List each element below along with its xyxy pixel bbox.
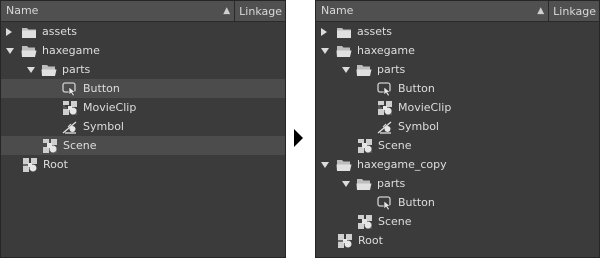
movieclip-icon [63,101,77,115]
folder-open-icon [356,65,372,76]
tree-item-haxegame-copy[interactable]: haxegame_copy [316,155,599,174]
root-icon [23,158,37,172]
folder-open-icon [336,46,352,57]
collapse-toggle[interactable] [342,181,350,187]
column-divider [234,1,236,21]
scene-icon [358,215,372,229]
scene-icon [358,139,372,153]
collapse-toggle[interactable] [27,67,35,73]
tree-item-scene[interactable]: Scene [316,136,599,155]
linkage-column-header[interactable]: Linkage [239,5,282,18]
button-symbol-icon [377,82,391,97]
button-symbol-icon [377,196,391,211]
column-header: Name ▲ Linkage [1,1,285,22]
collapse-toggle[interactable] [321,48,329,54]
tree-item-parts[interactable]: parts [1,60,285,79]
tree-item-assets[interactable]: assets [1,22,285,41]
expand-toggle[interactable] [321,28,327,36]
library-panel-before: Name ▲ Linkage assets haxegame parts But… [0,0,286,258]
collapse-toggle[interactable] [321,162,329,168]
graphic-symbol-icon [377,121,392,134]
tree-item-movieclip[interactable]: MovieClip [1,98,285,117]
tree-item-scene[interactable]: Scene [1,136,285,155]
transition-arrow-icon [294,129,303,147]
tree-item-parts[interactable]: parts [316,60,599,79]
folder-open-icon [41,65,57,76]
graphic-symbol-icon [62,121,77,134]
name-column-header[interactable]: Name [321,4,353,17]
folder-icon [337,28,351,38]
scene-icon [43,139,57,153]
sort-ascending-icon[interactable]: ▲ [223,6,230,16]
tree-item-haxegame[interactable]: haxegame [316,41,599,60]
sort-ascending-icon[interactable]: ▲ [537,6,544,16]
tree-item-root[interactable]: Root [316,231,599,250]
tree-item-assets[interactable]: assets [316,22,599,41]
button-symbol-icon [62,82,76,97]
tree-item-symbol[interactable]: Symbol [316,117,599,136]
folder-open-icon [356,179,372,190]
collapse-toggle[interactable] [6,48,14,54]
column-header: Name ▲ Linkage [316,1,599,22]
tree-item-root[interactable]: Root [1,155,285,174]
tree-item-button[interactable]: Button [1,79,285,98]
folder-icon [22,28,36,38]
tree-item-parts-copy[interactable]: parts [316,174,599,193]
tree-item-haxegame[interactable]: haxegame [1,41,285,60]
tree-item-button-copy[interactable]: Button [316,193,599,212]
tree-item-scene-copy[interactable]: Scene [316,212,599,231]
collapse-toggle[interactable] [342,67,350,73]
expand-toggle[interactable] [6,28,12,36]
tree-item-button[interactable]: Button [316,79,599,98]
folder-open-icon [21,46,37,57]
tree-item-movieclip[interactable]: MovieClip [316,98,599,117]
tree-item-symbol[interactable]: Symbol [1,117,285,136]
linkage-column-header[interactable]: Linkage [553,5,596,18]
column-divider [548,1,550,21]
folder-open-icon [336,160,352,171]
movieclip-icon [378,101,392,115]
name-column-header[interactable]: Name [6,4,38,17]
library-panel-after: Name ▲ Linkage assets haxegame parts But… [315,0,600,258]
root-icon [338,234,352,248]
